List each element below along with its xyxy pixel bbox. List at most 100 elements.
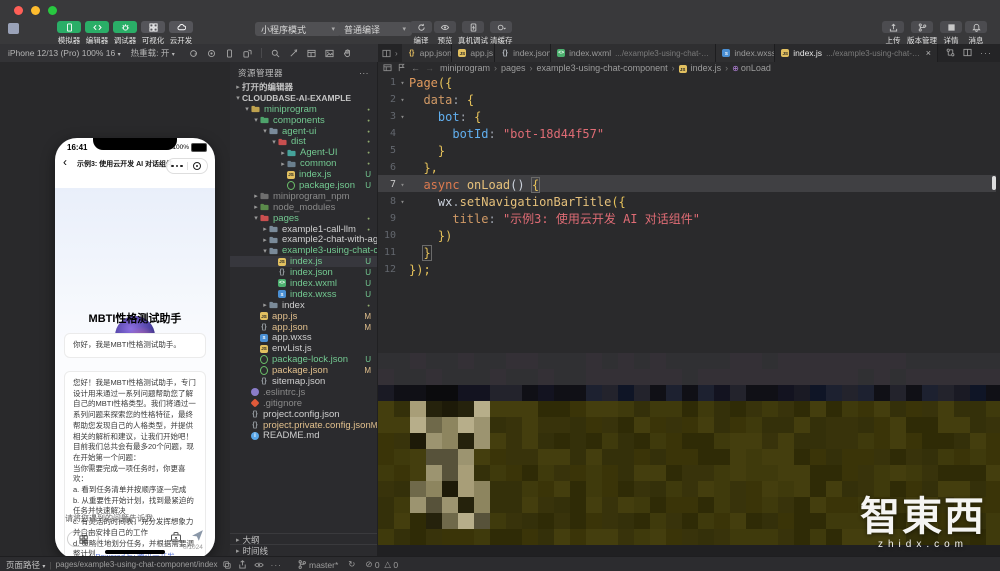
code-line[interactable]: 8▾ wx.setNavigationBarTitle({ [378, 193, 1000, 210]
toolbar-button-编辑器[interactable]: 编辑器 [85, 21, 109, 46]
tree-item-app.js[interactable]: JSapp.jsM [230, 311, 377, 322]
nav-forward-icon[interactable]: → [425, 63, 434, 73]
tree-item-index.json[interactable]: {}index.jsonU [230, 267, 377, 278]
tree-item-sitemap.json[interactable]: {}sitemap.json [230, 376, 377, 387]
image-icon[interactable] [325, 49, 334, 58]
toolbox-button[interactable] [170, 530, 182, 548]
page-path-selector[interactable]: 页面路径 ▾ [6, 559, 45, 571]
toolbar-button-版本管理[interactable]: 版本管理 [907, 21, 937, 46]
tree-item-miniprogram[interactable]: ▾miniprogram● [230, 104, 377, 115]
code-line[interactable]: 9 title: "示例3: 使用云开发 AI 对话组件" [378, 210, 1000, 227]
toolbar-button-详情[interactable]: 详情 [940, 21, 962, 46]
target-icon[interactable] [207, 49, 216, 58]
split-editor-icon[interactable] [963, 44, 972, 62]
close-window-button[interactable] [14, 6, 23, 15]
panel-grid-icon[interactable] [383, 63, 392, 74]
tree-item-miniprogram_npm[interactable]: ▸miniprogram_npm [230, 191, 377, 202]
tree-item-project.config.json[interactable]: {}project.config.json [230, 409, 377, 420]
explorer-menu-button[interactable]: ··· [359, 68, 369, 78]
toolbar-button-消息[interactable]: 消息 [965, 21, 987, 46]
tree-item-app.wxss[interactable]: Sapp.wxss [230, 332, 377, 343]
breadcrumb-item[interactable]: pages [501, 63, 526, 73]
tree-item-components[interactable]: ▾components● [230, 115, 377, 126]
tree-item-package-lock.json[interactable]: package-lock.jsonU [230, 354, 377, 365]
problems-indicator[interactable]: ⊘ 0 △ 0 [365, 559, 398, 570]
statusbar-more-button[interactable]: ··· [271, 560, 283, 570]
chat-input[interactable]: 请将您遇到的问题告诉我 [65, 513, 153, 524]
fold-chevron-icon[interactable]: ▾ [396, 198, 409, 206]
tree-item-.eslintrc.js[interactable]: .eslintrc.js [230, 387, 377, 398]
minimize-capsule-button[interactable] [188, 162, 208, 170]
tab-layout-icons[interactable]: › [378, 44, 402, 62]
more-menu-button[interactable] [167, 165, 187, 168]
tree-item-package.json[interactable]: package.jsonM [230, 365, 377, 376]
tree-item-agent-ui[interactable]: ▾agent-ui● [230, 126, 377, 137]
breadcrumb-item[interactable]: JSindex.js [679, 63, 722, 74]
code-line[interactable]: 11 } [378, 244, 1000, 261]
profile-icon[interactable] [289, 49, 298, 58]
layout-icon[interactable] [307, 49, 316, 58]
restart-icon[interactable] [189, 49, 198, 58]
bookmark-icon[interactable] [397, 63, 406, 74]
timeline-section[interactable]: ▸时间线 [230, 544, 377, 556]
zoom-window-button[interactable] [48, 6, 57, 15]
compile-mode-dropdown[interactable]: 普通编译▾ [338, 22, 412, 36]
tree-item-index[interactable]: ▸index● [230, 300, 377, 311]
breadcrumb-item[interactable]: example3-using-chat-component [537, 63, 668, 73]
editor-more-icon[interactable]: ··· [980, 48, 992, 58]
tree-item-app.json[interactable]: {}app.jsonM [230, 322, 377, 333]
back-button[interactable]: ‹ [63, 156, 67, 168]
toolbar-button-预览[interactable]: 预览 [434, 21, 456, 46]
mode-dropdown[interactable]: 小程序模式▾ [255, 22, 341, 36]
code-line[interactable]: 4 botId: "bot-18d44f57" [378, 125, 1000, 142]
quick-options-button[interactable] [67, 531, 99, 547]
fold-chevron-icon[interactable]: ▾ [396, 181, 409, 189]
toolbar-button-调试器[interactable]: 调试器 [113, 21, 137, 46]
code-line[interactable]: 12}); [378, 261, 1000, 278]
editor-scrollbar-marker[interactable] [992, 176, 996, 190]
code-line[interactable]: 6 }, [378, 159, 1000, 176]
code-line[interactable]: 10 }) [378, 227, 1000, 244]
tree-item-common[interactable]: ▸common● [230, 158, 377, 169]
tab-index.wxml[interactable]: <>index.wxml.../example3-using-chat-comp… [551, 44, 716, 62]
rotate-icon[interactable] [243, 49, 252, 58]
git-branch-indicator[interactable]: master* [298, 560, 338, 570]
tab-index.wxss[interactable]: Sindex.wxss [716, 44, 775, 62]
tree-item-project.private.config.json[interactable]: {}project.private.config.jsonM [230, 420, 377, 431]
close-icon[interactable]: × [926, 48, 931, 58]
breadcrumb-item[interactable]: miniprogram [440, 63, 490, 73]
tab-index.json[interactable]: {}index.json [495, 44, 551, 62]
code-line[interactable]: 5 } [378, 142, 1000, 159]
fold-chevron-icon[interactable]: ▾ [396, 113, 409, 121]
code-line[interactable]: 2▾ data: { [378, 91, 1000, 108]
tab-app.js[interactable]: JSapp.js [452, 44, 495, 62]
toolbar-button-真机调试[interactable]: 真机调试 [458, 21, 488, 46]
search-icon[interactable] [271, 49, 280, 58]
device-selector[interactable]: iPhone 12/13 (Pro) 100% 16 ▾ [8, 48, 121, 58]
tree-item-pages[interactable]: ▾pages● [230, 213, 377, 224]
toolbar-button-云开发[interactable]: 云开发 [169, 21, 193, 46]
tree-item-index.js[interactable]: JSindex.jsU [230, 256, 377, 267]
tree-item-Agent-UI[interactable]: ▸Agent-UI● [230, 147, 377, 158]
code-line[interactable]: 3▾ bot: { [378, 108, 1000, 125]
sync-button[interactable]: ↻ [348, 559, 355, 570]
tree-section-CLOUDBASE-AI-EXAMPLE[interactable]: ▾CLOUDBASE-AI-EXAMPLE [230, 93, 377, 104]
share-icon[interactable] [238, 560, 247, 569]
toolbar-button-上传[interactable]: 上传 [882, 21, 904, 46]
tree-item-dist[interactable]: ▾dist● [230, 136, 377, 147]
tree-item-index.wxss[interactable]: Sindex.wxssU [230, 289, 377, 300]
tree-item-node_modules[interactable]: ▸node_modules [230, 202, 377, 213]
eye-icon[interactable] [254, 561, 264, 569]
fold-chevron-icon[interactable]: ▾ [396, 79, 409, 87]
tab-app.json[interactable]: {}app.json [402, 44, 453, 62]
breadcrumb-item[interactable]: ⊕onLoad [732, 63, 771, 73]
fold-chevron-icon[interactable]: ▾ [396, 96, 409, 104]
tree-item-example1-call-llm[interactable]: ▸example1-call-llm● [230, 224, 377, 235]
tree-item-.gitignore[interactable]: .gitignore [230, 398, 377, 409]
tree-item-example3-using-chat-co...[interactable]: ▾example3-using-chat-co...● [230, 245, 377, 256]
toolbar-button-清缓存[interactable]: 清缓存 [490, 21, 513, 46]
minimize-window-button[interactable] [31, 6, 40, 15]
tree-item-example2-chat-with-agent[interactable]: ▸example2-chat-with-agent [230, 234, 377, 245]
hand-icon[interactable] [343, 49, 352, 58]
hot-reload-toggle[interactable]: 热重载: 开 ▾ [131, 47, 175, 59]
